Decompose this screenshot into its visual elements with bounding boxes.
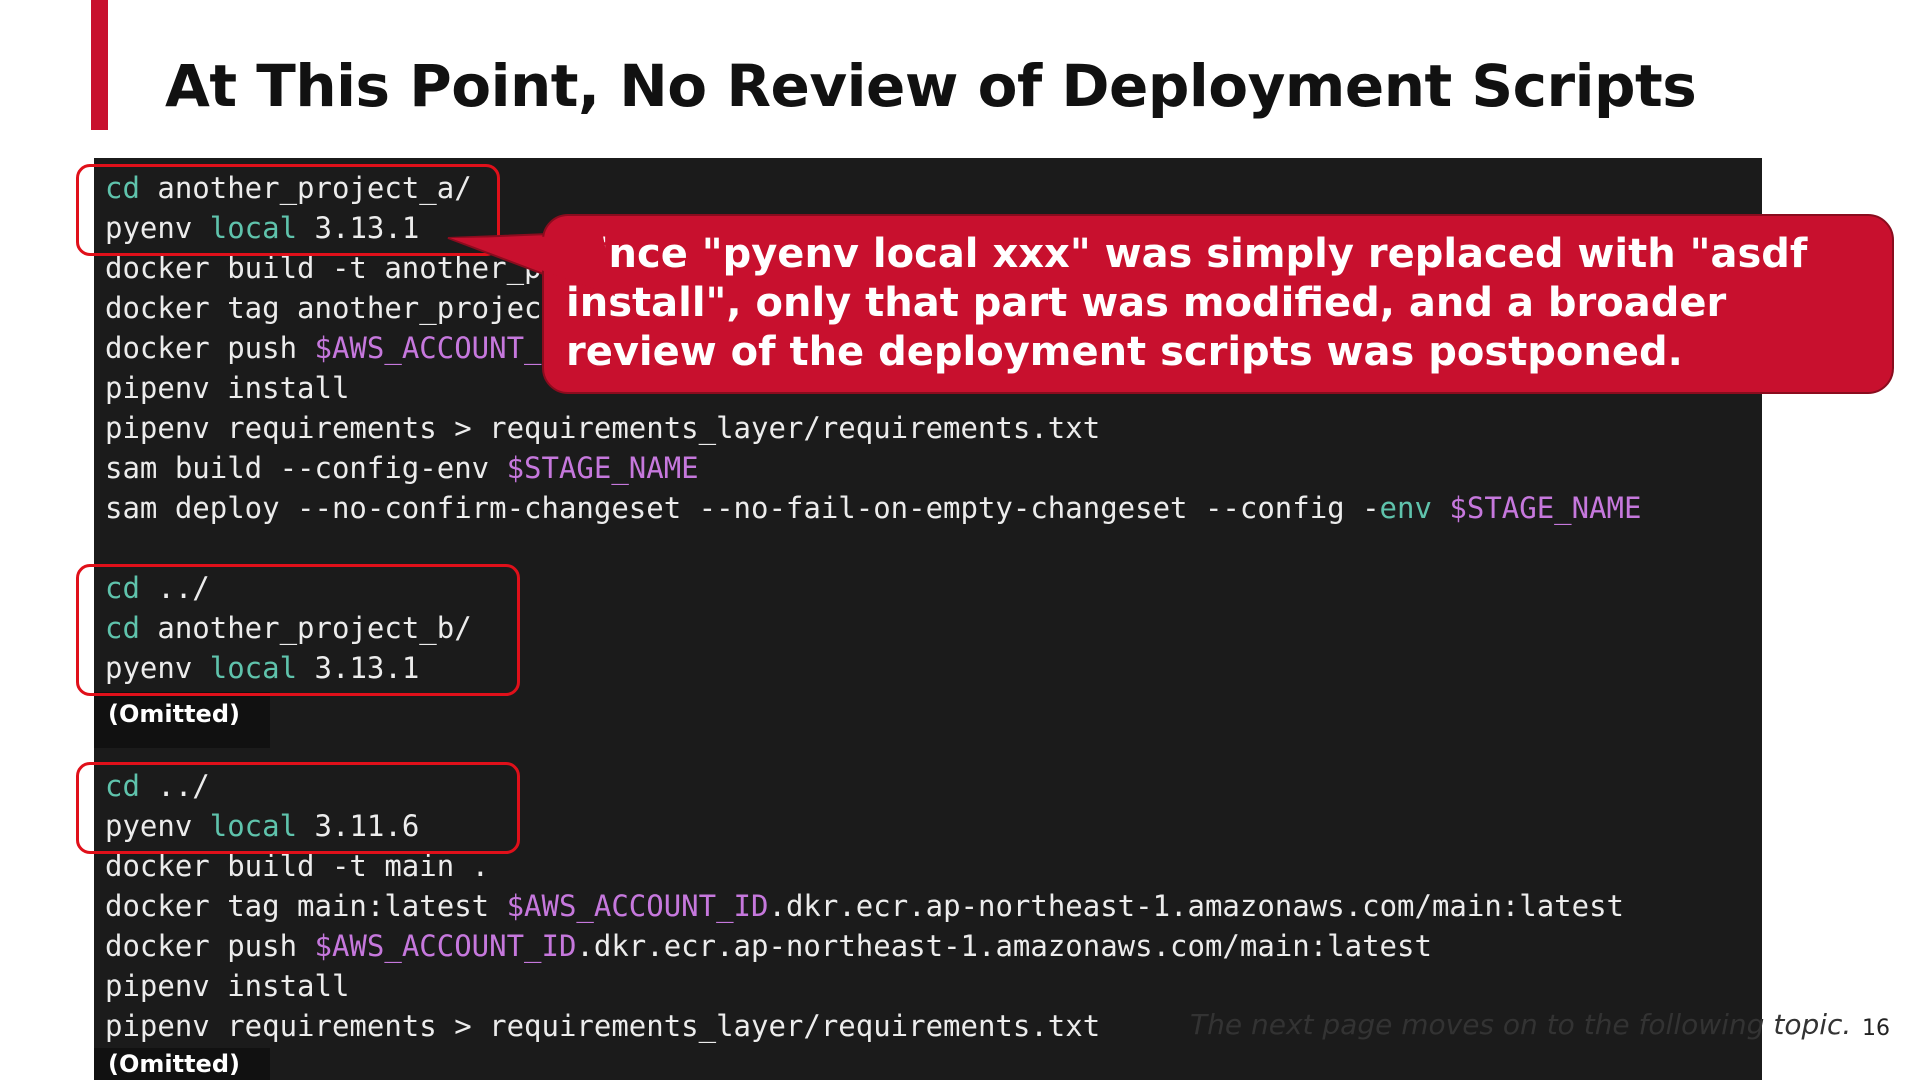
code-line: pipenv install [105, 969, 350, 1003]
code-variable: $AWS_ACCOUNT_ID [314, 929, 577, 963]
code-keyword: env [1379, 491, 1432, 525]
title-accent-bar [91, 0, 108, 130]
code-variable: $STAGE_NAME [506, 451, 699, 485]
code-variable: $STAGE_NAME [1449, 491, 1642, 525]
code-text: sam deploy --no-confirm-changeset --no-f… [105, 491, 1380, 525]
omitted-label-text: (Omitted) [108, 1050, 240, 1078]
footer-note: The next page moves on to the following … [1190, 1008, 1852, 1041]
omitted-label-text: (Omitted) [108, 700, 240, 728]
code-line: docker tag main:latest $AWS_ACCOUNT_ID.d… [105, 886, 1624, 926]
omitted-label-2: (Omitted) [94, 1048, 270, 1080]
code-variable: $AWS_ACCOUNT_ID [506, 889, 769, 923]
callout-bubble: Since "pyenv local xxx" was simply repla… [542, 214, 1894, 394]
code-text: .dkr.ecr.ap-northeast-1.amazonaws.com/ma… [576, 929, 1432, 963]
code-line: sam deploy --no-confirm-changeset --no-f… [105, 488, 1641, 528]
code-line: docker push $AWS_ACCOUNT_ID.dkr.ecr.ap-n… [105, 926, 1432, 966]
code-line: pipenv install [105, 371, 350, 405]
code-text: docker tag main:latest [105, 889, 507, 923]
slide-title: At This Point, No Review of Deployment S… [165, 52, 1697, 120]
code-text: sam build --config-env [105, 451, 507, 485]
highlight-box-project-a [76, 164, 500, 256]
code-line: docker push $AWS_ACCOUNT_ID [105, 328, 576, 368]
highlight-box-main [76, 762, 520, 854]
code-text: docker push [105, 929, 315, 963]
code-text: .dkr.ecr.ap-northeast-1.amazonaws.com/ma… [768, 889, 1624, 923]
code-line: sam build --config-env $STAGE_NAME [105, 448, 699, 488]
code-line: pipenv requirements > requirements_layer… [105, 1009, 1101, 1043]
omitted-label: (Omitted) [94, 692, 270, 748]
highlight-box-project-b [76, 564, 520, 696]
code-variable: $AWS_ACCOUNT_ID [314, 331, 577, 365]
callout-text: Since "pyenv local xxx" was simply repla… [566, 231, 1808, 375]
code-text: docker push [105, 331, 315, 365]
code-line: pipenv requirements > requirements_layer… [105, 411, 1101, 445]
page-number: 16 [1862, 1016, 1890, 1041]
